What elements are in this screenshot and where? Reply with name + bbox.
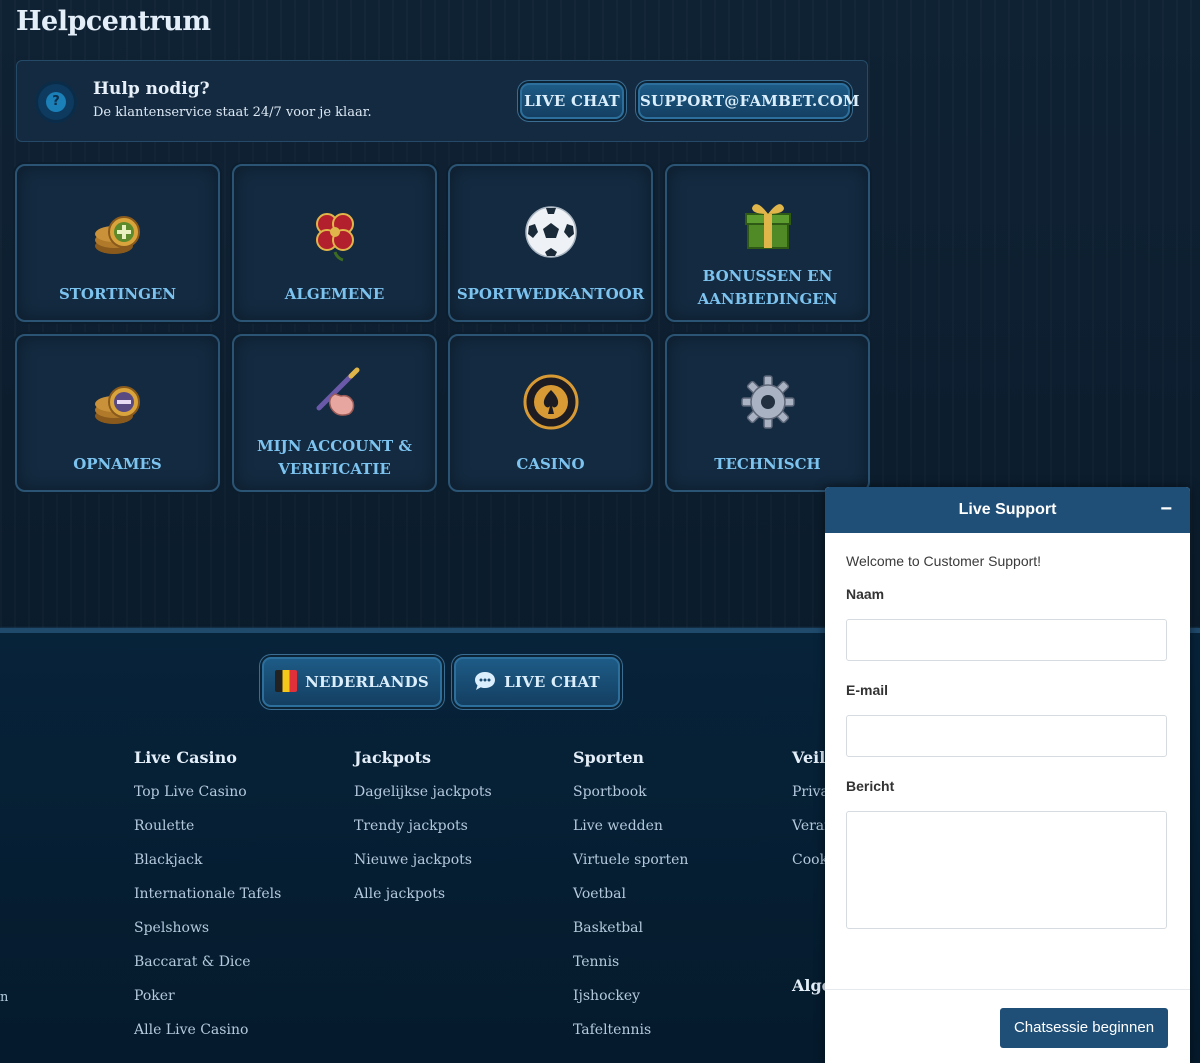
category-opnames[interactable]: OPNAMES bbox=[15, 334, 220, 492]
footer-link[interactable]: Priva bbox=[792, 784, 829, 800]
email-field[interactable] bbox=[846, 715, 1167, 757]
gear-icon bbox=[740, 375, 795, 429]
footer-link[interactable]: Top Live Casino bbox=[134, 784, 247, 800]
category-label-line2: VERIFICATIE bbox=[278, 460, 391, 478]
message-field[interactable] bbox=[846, 811, 1167, 929]
language-button[interactable]: NEDERLANDS bbox=[262, 657, 442, 707]
footer-link[interactable]: Baccarat & Dice bbox=[134, 954, 251, 970]
category-label: OPNAMES bbox=[73, 455, 162, 473]
category-label-line1: BONUSSEN EN bbox=[702, 267, 833, 285]
hand-pen-icon bbox=[316, 367, 359, 416]
category-technisch[interactable]: TECHNISCH bbox=[665, 334, 870, 492]
help-subtitle: De klantenservice staat 24/7 voor je kla… bbox=[93, 105, 372, 120]
category-stortingen[interactable]: STORTINGEN bbox=[15, 164, 220, 322]
category-mijn-account[interactable]: MIJN ACCOUNT & VERIFICATIE bbox=[232, 334, 437, 492]
email-label: E-mail bbox=[846, 682, 889, 698]
footer-link[interactable]: Voetbal bbox=[573, 886, 626, 902]
category-label: SPORTWEDKANTOOR bbox=[456, 285, 645, 303]
category-label: TECHNISCH bbox=[714, 455, 821, 473]
page-title: Helpcentrum bbox=[16, 6, 211, 37]
category-sportwedkantoor[interactable]: SPORTWEDKANTOOR bbox=[448, 164, 653, 322]
language-label: NEDERLANDS bbox=[305, 673, 429, 691]
gift-icon bbox=[744, 204, 791, 249]
live-chat-button[interactable]: LIVE CHAT bbox=[520, 83, 624, 119]
footer-link[interactable]: Dagelijkse jackpots bbox=[354, 784, 492, 800]
footer-link[interactable]: Ijshockey bbox=[573, 988, 640, 1004]
chat-header: Live Support − bbox=[825, 487, 1190, 533]
minimize-icon[interactable]: − bbox=[1160, 487, 1172, 531]
chat-bubble-icon bbox=[475, 672, 496, 690]
help-heading: Hulp nodig? bbox=[93, 79, 210, 99]
question-icon: ? bbox=[35, 81, 77, 123]
footer-link[interactable]: Trendy jackpots bbox=[354, 818, 468, 834]
footer-link[interactable]: Poker bbox=[134, 988, 175, 1004]
flag-icon bbox=[275, 670, 298, 692]
chat-title: Live Support bbox=[958, 501, 1057, 518]
footer-heading-live-casino: Live Casino bbox=[134, 748, 237, 767]
footer-link[interactable]: Nieuwe jackpots bbox=[354, 852, 472, 868]
footer-link[interactable]: Virtuele sporten bbox=[573, 852, 688, 868]
clover-icon bbox=[315, 213, 354, 262]
category-label-line2: AANBIEDINGEN bbox=[697, 290, 838, 308]
message-label: Bericht bbox=[846, 778, 895, 794]
footer-link[interactable]: Live wedden bbox=[573, 818, 663, 834]
coins-minus-icon bbox=[94, 386, 140, 424]
live-support-widget: Live Support − Welcome to Customer Suppo… bbox=[825, 487, 1190, 1063]
footer-link[interactable]: Basketbal bbox=[573, 920, 643, 936]
name-label: Naam bbox=[846, 586, 885, 602]
footer-link[interactable]: Spelshows bbox=[134, 920, 209, 936]
footer-link[interactable]: Tennis bbox=[573, 954, 619, 970]
category-algemene[interactable]: ALGEMENE bbox=[232, 164, 437, 322]
category-bonussen[interactable]: BONUSSEN EN AANBIEDINGEN bbox=[665, 164, 870, 322]
footer-link[interactable]: Blackjack bbox=[134, 852, 202, 868]
start-chat-button[interactable]: Chatsessie beginnen bbox=[1000, 1008, 1168, 1048]
chat-welcome-text: Welcome to Customer Support! bbox=[846, 553, 1042, 569]
support-email-button[interactable]: SUPPORT@FAMBET.COM bbox=[638, 83, 859, 119]
footer-edge-text: n bbox=[0, 990, 9, 1005]
category-label: CASINO bbox=[516, 455, 585, 473]
footer-live-chat-label: LIVE CHAT bbox=[504, 673, 600, 691]
footer-link[interactable]: Tafeltennis bbox=[573, 1022, 651, 1038]
help-banner: ? Hulp nodig? De klantenservice staat 24… bbox=[16, 60, 868, 142]
category-label: ALGEMENE bbox=[284, 285, 385, 303]
footer-heading-jackpots: Jackpots bbox=[354, 748, 432, 767]
name-field[interactable] bbox=[846, 619, 1167, 661]
category-casino[interactable]: CASINO bbox=[448, 334, 653, 492]
category-label-line1: MIJN ACCOUNT & bbox=[257, 437, 412, 455]
footer-link[interactable]: Roulette bbox=[134, 818, 194, 834]
footer-link[interactable]: Internationale Tafels bbox=[134, 886, 281, 902]
chat-footer: Chatsessie beginnen bbox=[825, 989, 1190, 1063]
footer-link[interactable]: Sportbook bbox=[573, 784, 647, 800]
soccer-ball-icon bbox=[524, 206, 577, 258]
casino-chip-icon bbox=[523, 374, 578, 430]
footer-link[interactable]: Alle Live Casino bbox=[134, 1022, 248, 1038]
footer-heading-sporten: Sporten bbox=[573, 748, 645, 767]
category-label: STORTINGEN bbox=[58, 285, 177, 303]
footer-live-chat-button[interactable]: LIVE CHAT bbox=[454, 657, 620, 707]
coins-plus-icon bbox=[94, 216, 140, 254]
footer-link[interactable]: Alle jackpots bbox=[354, 886, 445, 902]
